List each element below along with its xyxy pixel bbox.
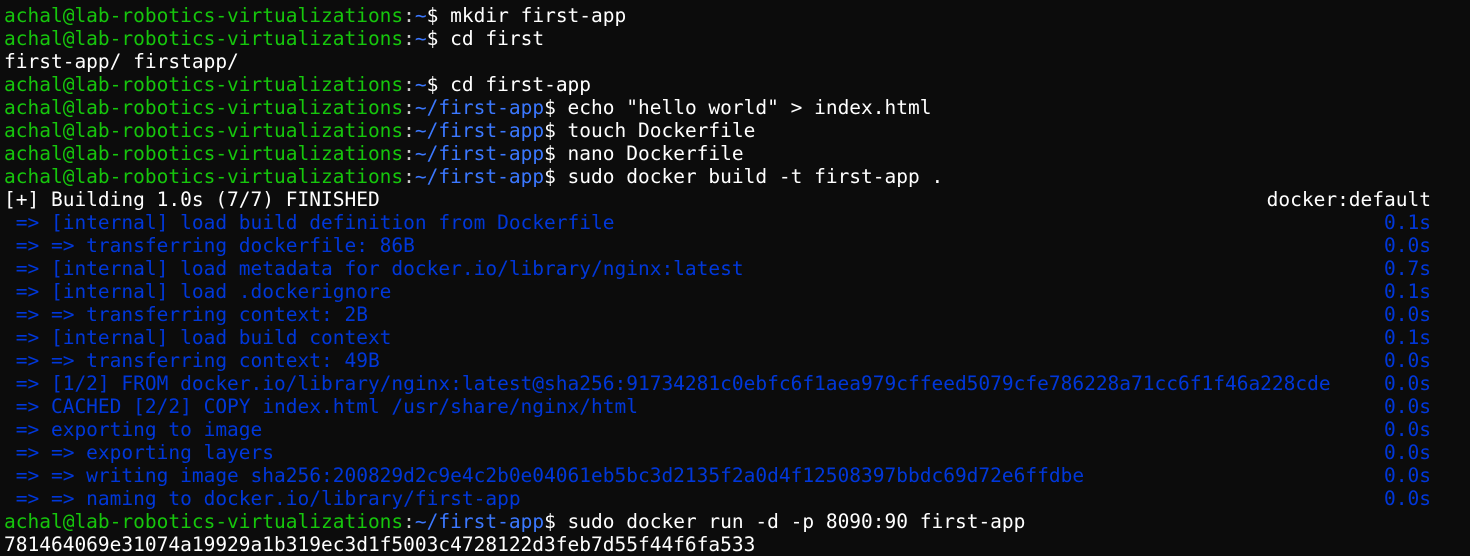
prompt-user-host: achal@lab-robotics-virtualizations xyxy=(4,142,404,165)
prompt-symbol: $ xyxy=(426,73,451,96)
output-text: 781464069e31074a19929a1b319ec3d1f5003c47… xyxy=(4,533,756,556)
build-step-text: => [internal] load .dockerignore xyxy=(4,280,392,303)
prompt-user-host: achal@lab-robotics-virtualizations xyxy=(4,119,404,142)
prompt-line: achal@lab-robotics-virtualizations:~/fir… xyxy=(4,165,1470,188)
prompt-line: achal@lab-robotics-virtualizations:~$ cd… xyxy=(4,73,1470,96)
command-text: mkdir first-app xyxy=(450,4,627,27)
build-context: docker:default xyxy=(1266,188,1431,211)
build-step-text: => => transferring dockerfile: 86B xyxy=(4,234,415,257)
prompt-user-host: achal@lab-robotics-virtualizations xyxy=(4,96,404,119)
build-step-time: 0.0s xyxy=(1384,395,1431,418)
prompt-colon: : xyxy=(403,119,415,142)
prompt-colon: : xyxy=(403,165,415,188)
command-text: sudo docker build -t first-app . xyxy=(567,165,944,188)
build-step-time: 0.7s xyxy=(1384,257,1431,280)
build-step-text: => => transferring context: 49B xyxy=(4,349,380,372)
prompt-symbol: $ xyxy=(544,510,568,533)
prompt-user-host: achal@lab-robotics-virtualizations xyxy=(4,510,404,533)
output-line: 781464069e31074a19929a1b319ec3d1f5003c47… xyxy=(4,533,1470,556)
prompt-colon: : xyxy=(403,4,415,27)
build-header: [+] Building 1.0s (7/7) FINISHED xyxy=(4,188,380,211)
prompt-colon: : xyxy=(403,27,415,50)
command-text: nano Dockerfile xyxy=(567,142,744,165)
prompt-line: achal@lab-robotics-virtualizations:~/fir… xyxy=(4,510,1470,533)
build-step-text: => => writing image sha256:200829d2c9e4c… xyxy=(4,464,1085,487)
prompt-line: achal@lab-robotics-virtualizations:~$ mk… xyxy=(4,4,1470,27)
build-step-time: 0.0s xyxy=(1384,234,1431,257)
prompt-symbol: $ xyxy=(544,165,568,188)
output-text: first-app/ firstapp/ xyxy=(4,50,239,73)
prompt-path: ~/first-app xyxy=(414,119,545,142)
prompt-symbol: $ xyxy=(544,142,568,165)
build-step-time: 0.0s xyxy=(1384,487,1431,510)
build-step-time: 0.1s xyxy=(1384,280,1431,303)
prompt-line: achal@lab-robotics-virtualizations:~/fir… xyxy=(4,96,1470,119)
build-step: => => naming to docker.io/library/first-… xyxy=(4,487,1470,510)
build-step: => => transferring dockerfile: 86B 0.0s xyxy=(4,234,1470,257)
prompt-symbol: $ xyxy=(544,96,568,119)
prompt-symbol: $ xyxy=(426,4,451,27)
build-step: => [internal] load .dockerignore 0.1s xyxy=(4,280,1470,303)
build-step: => => writing image sha256:200829d2c9e4c… xyxy=(4,464,1470,487)
build-step: => [internal] load metadata for docker.i… xyxy=(4,257,1470,280)
command-text: cd first xyxy=(450,27,545,50)
build-step-time: 0.0s xyxy=(1384,372,1431,395)
prompt-colon: : xyxy=(403,73,415,96)
build-step-time: 0.0s xyxy=(1384,418,1431,441)
build-step: => => exporting layers 0.0s xyxy=(4,441,1470,464)
prompt-colon: : xyxy=(403,142,415,165)
prompt-path: ~/first-app xyxy=(414,510,545,533)
build-step-text: => [internal] load build definition from… xyxy=(4,211,615,234)
build-step-text: => => naming to docker.io/library/first-… xyxy=(4,487,521,510)
prompt-path: ~ xyxy=(414,73,427,96)
build-step-text: => => transferring context: 2B xyxy=(4,303,368,326)
command-text: touch Dockerfile xyxy=(567,119,756,142)
command-text: sudo docker run -d -p 8090:90 first-app xyxy=(567,510,1026,533)
build-step-text: => CACHED [2/2] COPY index.html /usr/sha… xyxy=(4,395,638,418)
build-step-text: => [1/2] FROM docker.io/library/nginx:la… xyxy=(4,372,1331,395)
prompt-user-host: achal@lab-robotics-virtualizations xyxy=(4,73,404,96)
prompt-path: ~ xyxy=(414,27,427,50)
build-step-time: 0.1s xyxy=(1384,326,1431,349)
command-text: echo "hello world" > index.html xyxy=(567,96,932,119)
output-line: first-app/ firstapp/ xyxy=(4,50,1470,73)
build-step-time: 0.1s xyxy=(1384,211,1431,234)
build-step-text: => => exporting layers xyxy=(4,441,275,464)
prompt-path: ~/first-app xyxy=(414,96,545,119)
prompt-user-host: achal@lab-robotics-virtualizations xyxy=(4,4,404,27)
build-step: => [internal] load build context 0.1s xyxy=(4,326,1470,349)
build-step: => => transferring context: 49B 0.0s xyxy=(4,349,1470,372)
prompt-line: achal@lab-robotics-virtualizations:~/fir… xyxy=(4,119,1470,142)
prompt-user-host: achal@lab-robotics-virtualizations xyxy=(4,165,404,188)
build-step-text: => [internal] load metadata for docker.i… xyxy=(4,257,744,280)
build-step: => [1/2] FROM docker.io/library/nginx:la… xyxy=(4,372,1470,395)
build-step-text: => exporting to image xyxy=(4,418,263,441)
prompt-user-host: achal@lab-robotics-virtualizations xyxy=(4,27,404,50)
build-step-text: => [internal] load build context xyxy=(4,326,392,349)
prompt-path: ~ xyxy=(414,4,427,27)
build-step-time: 0.0s xyxy=(1384,349,1431,372)
build-step-time: 0.0s xyxy=(1384,303,1431,326)
terminal-window[interactable]: achal@lab-robotics-virtualizations:~$ mk… xyxy=(0,0,1470,556)
build-step-time: 0.0s xyxy=(1384,464,1431,487)
build-step: => [internal] load build definition from… xyxy=(4,211,1470,234)
build-header-line: [+] Building 1.0s (7/7) FINISHED docker:d… xyxy=(4,188,1470,211)
prompt-colon: : xyxy=(403,510,415,533)
build-step: => => transferring context: 2B 0.0s xyxy=(4,303,1470,326)
prompt-symbol: $ xyxy=(426,27,451,50)
prompt-symbol: $ xyxy=(544,119,568,142)
prompt-path: ~/first-app xyxy=(414,142,545,165)
command-text: cd first-app xyxy=(450,73,592,96)
build-step-time: 0.0s xyxy=(1384,441,1431,464)
prompt-colon: : xyxy=(403,96,415,119)
build-step: => CACHED [2/2] COPY index.html /usr/sha… xyxy=(4,395,1470,418)
build-step: => exporting to image 0.0s xyxy=(4,418,1470,441)
prompt-line: achal@lab-robotics-virtualizations:~$ cd… xyxy=(4,27,1470,50)
prompt-line: achal@lab-robotics-virtualizations:~/fir… xyxy=(4,142,1470,165)
prompt-path: ~/first-app xyxy=(414,165,545,188)
